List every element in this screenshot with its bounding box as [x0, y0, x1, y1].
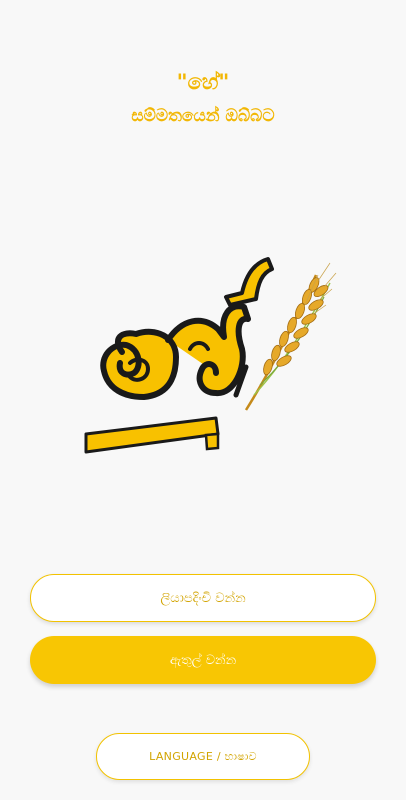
language-button[interactable]: LANGUAGE / භාෂාව [96, 733, 310, 780]
app-tagline: සම්මතයෙන් ඔබ්බට [131, 106, 275, 126]
he-wheat-logo-icon [84, 257, 337, 454]
register-button[interactable]: ලියාපදිංචි වන්න [30, 574, 376, 622]
app-title: "හේ" [176, 70, 230, 94]
welcome-screen: "හේ" සම්මතයෙන් ඔබ්බට ලියාපදිංචි වන්න ඇතු… [0, 0, 406, 800]
login-button[interactable]: ඇතුල් වන්න [30, 636, 376, 684]
